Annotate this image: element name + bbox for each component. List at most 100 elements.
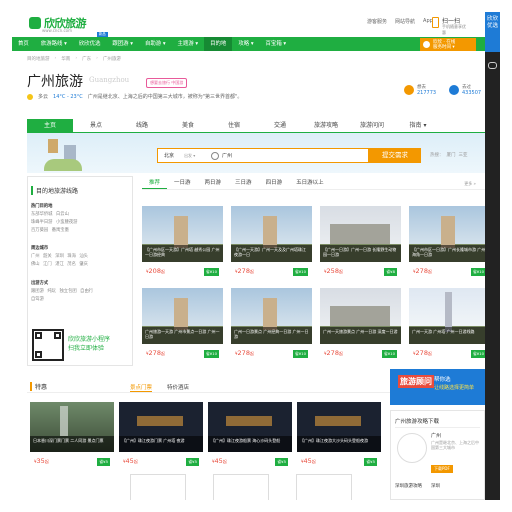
sidebar-link[interactable]: 江门 <box>43 261 52 267</box>
sidebar-link[interactable]: 深圳 <box>55 253 64 259</box>
tab-qa[interactable]: 旅游问问 <box>349 119 395 132</box>
nav-item-select[interactable]: 欣欣优选 新品 <box>73 32 108 51</box>
top-link-nav[interactable]: 网站导航 <box>395 18 415 25</box>
stat-been[interactable]: 去过 433507 <box>449 84 481 96</box>
weather-temp: 14°C - 23°C <box>53 93 83 100</box>
tab-transport[interactable]: 交通 <box>257 119 303 132</box>
sidebar-link[interactable]: 百万葵园 <box>31 227 48 233</box>
tab-sights[interactable]: 景点 <box>73 119 119 132</box>
breadcrumb-item[interactable]: 目的地旅游 <box>27 56 50 62</box>
sidebar-link[interactable]: 自由行 <box>80 288 93 294</box>
departure-dropdown[interactable]: 出发 ▾ <box>184 153 205 159</box>
guide-city[interactable]: 广州 <box>431 432 441 439</box>
ticket-card[interactable]: 【广州】珠江夜游大沙头码头登船夜游 ¥45起 省¥5 <box>297 402 381 476</box>
route-save-badge: 省¥10 <box>292 268 308 276</box>
sidebar-link[interactable]: 东部华侨城 <box>31 211 52 217</box>
tab-routes[interactable]: 线路 <box>119 119 165 132</box>
logo-sub: www.cncn.com <box>42 28 73 33</box>
sidebar-link[interactable]: 汕头 <box>79 253 88 259</box>
nav-item-home[interactable]: 首页 <box>12 37 35 51</box>
guide-item[interactable]: 深圳旅游攻略 <box>395 483 422 489</box>
route-tab-2day[interactable]: 两日游 <box>198 178 229 189</box>
route-card[interactable]: 广州一天旅游景点 广州一日游 深度一日游 ¥278起 省¥10 <box>320 288 401 370</box>
sidebar-link[interactable]: 纯玩 <box>47 288 56 294</box>
sidebar-link[interactable]: 独立包团 <box>59 288 76 294</box>
route-tab-1day[interactable]: 一日游 <box>167 178 198 189</box>
top-link-service[interactable]: 游客服务 <box>367 18 387 25</box>
sidebar-link[interactable]: 茂名 <box>67 261 76 267</box>
search-input[interactable] <box>222 152 342 159</box>
sidebar-link[interactable]: 珠海 <box>67 253 76 259</box>
service-line1: 欣欣 · 在线 <box>433 39 456 45</box>
tab-home[interactable]: 主页 <box>27 119 73 132</box>
placeholder-card[interactable] <box>213 474 269 500</box>
main-nav: 首页 旅游路线 ▾ 欣欣优选 新品 跟团游 ▾ 自助游 ▾ 主题游 ▾ 目的地 攻… <box>12 32 485 51</box>
route-tab-3day[interactable]: 三日游 <box>228 178 259 189</box>
route-card[interactable]: 广州一日游景点 广州经典一日游 广州一日游 ¥278起 省¥10 <box>231 288 312 370</box>
sidebar-link[interactable]: 番禺宝墨 <box>52 227 69 233</box>
nav-item-self[interactable]: 自助游 ▾ <box>139 37 172 51</box>
route-tab-recommend[interactable]: 推荐 <box>142 178 168 189</box>
submit-request-button[interactable]: 提交需求 <box>369 148 421 163</box>
tab-strategy[interactable]: 旅游攻略 <box>303 119 349 132</box>
wish-tag[interactable]: 想要去旅行 中国游 <box>146 78 188 88</box>
ticket-card[interactable]: 日本香川深门票门票 二人同游 景点门票 ¥35起 省¥5 <box>30 402 114 476</box>
nav-item-group[interactable]: 跟团游 ▾ <box>106 37 139 51</box>
route-desc: 【广州一天游】广州一天及及广州塔珠江夜游一日 <box>231 245 312 262</box>
sidebar-link[interactable]: 白云山 <box>56 211 69 217</box>
breadcrumb-item[interactable]: 广东 <box>82 56 91 62</box>
sidebar-link[interactable]: 韶关 <box>43 253 52 259</box>
sidebar-link[interactable]: 小蛮腰夜游 <box>56 219 77 225</box>
departure-city[interactable]: 北京 <box>158 152 184 159</box>
sidebar-link[interactable]: 佛山 <box>31 261 40 267</box>
special-tab-tickets[interactable]: 景点门票 <box>130 383 153 392</box>
route-photo: 【广州市区一天游】广州塔 越秀公园 广州一日游经典 <box>142 206 223 262</box>
sidebar-link[interactable]: 珠峰半日游 <box>31 219 52 225</box>
nav-item-guide[interactable]: 攻略 ▾ <box>232 37 259 51</box>
sidebar-link[interactable]: 肇庆 <box>79 261 88 267</box>
tab-guide[interactable]: 指南 ▾ <box>395 119 441 132</box>
nav-item-tools[interactable]: 百宝箱 ▾ <box>260 37 293 51</box>
route-card[interactable]: 【广州一天游】广州一天及及广州塔珠江夜游一日 ¥278起 省¥10 <box>231 206 312 288</box>
nav-item-theme[interactable]: 主题游 ▾ <box>172 37 205 51</box>
sidebar-link[interactable]: 湛江 <box>55 261 64 267</box>
routes-more-link[interactable]: 更多 » <box>464 181 476 187</box>
download-pdf-button[interactable]: 下载PDF <box>431 465 453 473</box>
route-card[interactable]: 【广州市区一天游】广州塔 越秀公园 广州一日游经典 ¥208起 省¥10 <box>142 206 223 288</box>
scan-box[interactable]: 扫一扫 手机随意享优惠 <box>432 15 466 35</box>
tab-food[interactable]: 美食 <box>165 119 211 132</box>
right-column: 旅游顾问 帮你选 让线路选择更简单 广州旅游攻略下载 广州 广州是继北京、上海之… <box>390 369 485 500</box>
special-tab-hotels[interactable]: 特价酒店 <box>167 383 189 391</box>
hot-item[interactable]: 厦门 <box>447 152 456 158</box>
chat-icon[interactable] <box>488 62 497 69</box>
stat-value: 217773 <box>417 90 437 96</box>
tab-hotel[interactable]: 住宿 <box>211 119 257 132</box>
placeholder-card[interactable] <box>130 474 186 500</box>
guide-city[interactable]: 深圳 <box>431 483 440 489</box>
stat-want[interactable]: 想去 217773 <box>404 84 436 96</box>
route-card[interactable]: 广州旅游一天游 广州市景点一日游 广州一日游 ¥278起 省¥10 <box>142 288 223 370</box>
ticket-desc: 【广州】珠江夜游船票 海心沙码头登船 <box>208 436 292 452</box>
ticket-card[interactable]: 【广州】珠江夜游门票 广州塔 夜游 ¥45起 省¥5 <box>119 402 203 476</box>
ticket-card[interactable]: 【广州】珠江夜游船票 海心沙码头登船 ¥45起 省¥5 <box>208 402 292 476</box>
advisor-banner[interactable]: 旅游顾问 帮你选 让线路选择更简单 <box>390 369 485 405</box>
nav-item-destination[interactable]: 目的地 <box>204 37 233 51</box>
sidebar-link[interactable]: 自驾游 <box>31 296 44 302</box>
route-tabs: 推荐 一日游 两日游 三日游 四日游 五日游以上 <box>142 178 485 190</box>
placeholder-card[interactable] <box>296 474 352 500</box>
customer-service-button[interactable]: 欣欣 · 在线 服务时间 ▾ <box>420 38 476 51</box>
route-card[interactable]: 广州一天游 广州塔 广州一日游线路 ¥278起 省¥10 <box>409 288 485 370</box>
breadcrumb-item[interactable]: 华南 <box>61 56 70 62</box>
route-desc: 广州一天旅游景点 广州一日游 深度一日游 <box>320 327 401 344</box>
mini-program-promo[interactable]: 欣欣旅游小程序 扫我立即体验 <box>68 335 110 353</box>
route-tab-4day[interactable]: 四日游 <box>259 178 290 189</box>
nav-item-routes[interactable]: 旅游路线 ▾ <box>35 37 73 51</box>
route-photo: 【广州一天游】广州一天及及广州塔珠江夜游一日 <box>231 206 312 262</box>
float-select-button[interactable]: 欣欣优选 <box>485 12 500 52</box>
hot-item[interactable]: 三亚 <box>459 152 468 158</box>
route-card[interactable]: 【广州一日游】广州一日游 长隆野生动物园一日游 ¥258起 省¥8 <box>320 206 401 288</box>
sidebar-link[interactable]: 跟团游 <box>31 288 44 294</box>
sidebar-link[interactable]: 广州 <box>31 253 40 259</box>
route-tab-5day[interactable]: 五日游以上 <box>289 178 331 189</box>
route-card[interactable]: 【广州市区一日游】广州长隆城市游 广州海角一日游 ¥278起 省¥10 <box>409 206 485 288</box>
